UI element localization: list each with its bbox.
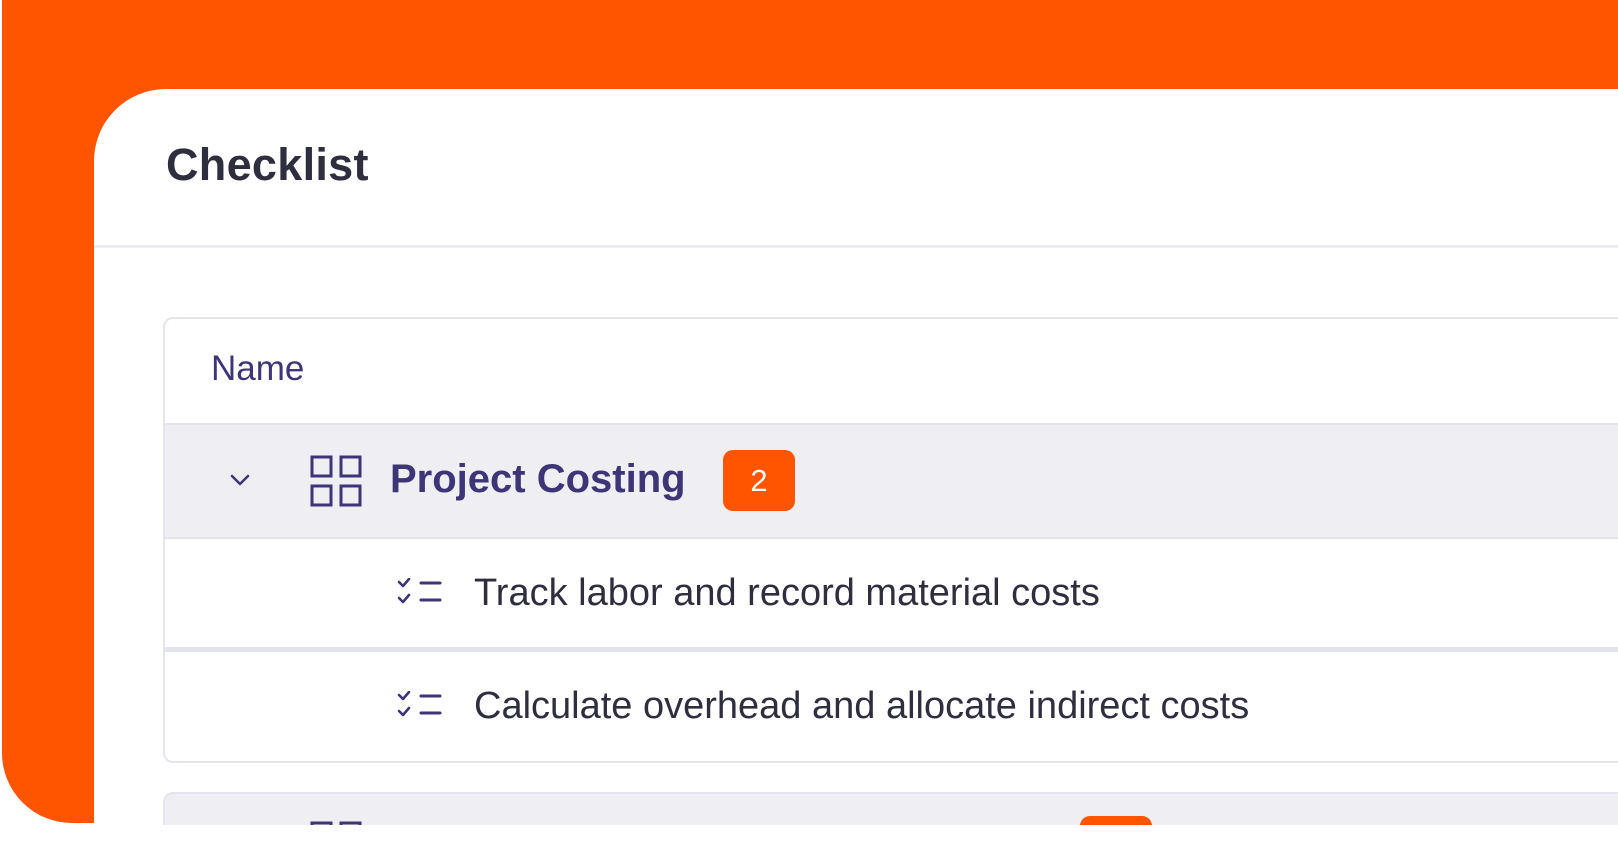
task-row[interactable]: Track labor and record material costs <box>165 539 1618 652</box>
grid-icon <box>310 455 362 507</box>
title-divider <box>94 245 1618 248</box>
checklist-icon <box>397 691 442 717</box>
checklist-table: Name Project Costing 2 Track labor and r… <box>163 317 1618 763</box>
checklist-panel: Checklist Name Project Costing 2 Track l… <box>94 89 1618 825</box>
page-title: Checklist <box>166 139 369 190</box>
checklist-icon <box>397 578 442 604</box>
chevron-down-icon[interactable] <box>229 469 251 491</box>
next-group-row[interactable] <box>163 792 1618 825</box>
count-badge: 2 <box>723 450 795 511</box>
table-header: Name <box>165 319 1618 425</box>
task-label: Calculate overhead and allocate indirect… <box>474 685 1250 727</box>
count-badge <box>1080 816 1152 825</box>
group-row-project-costing[interactable]: Project Costing 2 <box>165 425 1618 539</box>
group-label: Project Costing <box>390 457 686 501</box>
grid-icon <box>310 821 362 825</box>
task-label: Track labor and record material costs <box>474 572 1100 614</box>
task-row[interactable]: Calculate overhead and allocate indirect… <box>165 652 1618 760</box>
column-header-name[interactable]: Name <box>211 349 304 389</box>
